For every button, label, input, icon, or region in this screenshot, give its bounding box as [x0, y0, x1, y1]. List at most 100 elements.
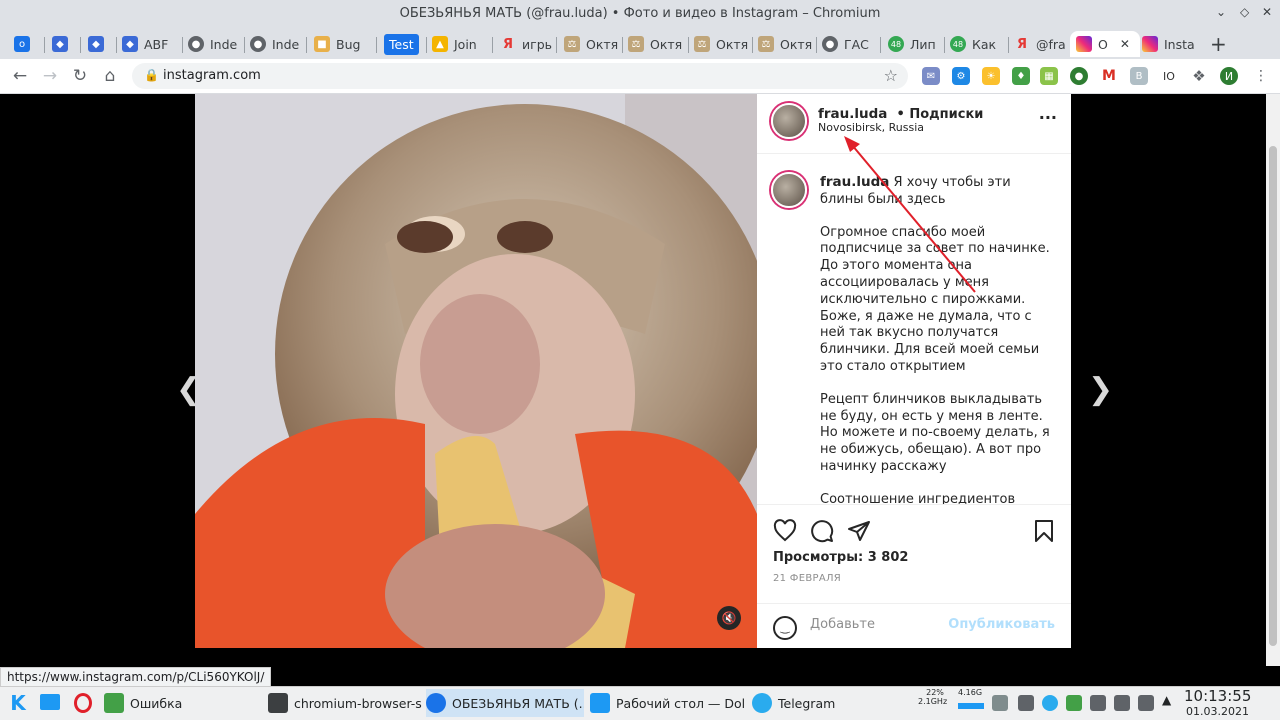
taskbar-item[interactable]: Рабочий стол — Dol...	[590, 689, 746, 717]
back-icon[interactable]: ←	[10, 66, 30, 86]
bookmark-star-icon[interactable]: ☆	[884, 66, 898, 85]
clipboard-icon[interactable]	[1090, 695, 1106, 711]
close-window-icon[interactable]: ✕	[1262, 5, 1272, 19]
extension-weather-icon[interactable]: ☀	[982, 67, 1000, 85]
extension-icon[interactable]: ▦	[1040, 67, 1058, 85]
tab[interactable]: ⚖ Октя	[694, 31, 750, 57]
comment-input[interactable]: Добавьте	[810, 617, 875, 632]
menu-dots-icon[interactable]: ⋮	[1252, 67, 1270, 85]
printer-icon[interactable]	[992, 695, 1008, 711]
omnibox-url[interactable]: instagram.com	[163, 68, 261, 83]
following-status[interactable]: • Подписки	[897, 107, 984, 122]
post-video[interactable]: 🔇	[195, 94, 757, 648]
badge-48-icon: 48	[888, 36, 904, 52]
home-icon[interactable]: ⌂	[100, 66, 120, 86]
extension-icon[interactable]: IO	[1160, 67, 1178, 85]
tab[interactable]: ▲ Join	[432, 31, 488, 57]
tab[interactable]: ◆	[88, 31, 114, 57]
post-date[interactable]: 21 ФЕВРАЛЯ	[773, 573, 841, 584]
mute-icon[interactable]: 🔇	[717, 606, 741, 630]
memory-monitor[interactable]: 4.16G	[958, 688, 984, 709]
tab[interactable]: 48 Как	[950, 31, 1004, 57]
tab-active-instagram[interactable]: О ✕	[1070, 31, 1140, 57]
tab[interactable]: ● Inde	[250, 31, 302, 57]
comment-box: ‿ Добавьте Опубликовать	[757, 603, 1071, 650]
maximize-icon[interactable]: ◇	[1240, 5, 1249, 19]
tab[interactable]: ⚖ Октя	[564, 31, 620, 57]
tab[interactable]: ◆	[52, 31, 78, 57]
publish-button[interactable]: Опубликовать	[948, 617, 1055, 632]
tab[interactable]: Insta	[1142, 31, 1200, 57]
update-check-icon[interactable]	[1066, 695, 1082, 711]
tab[interactable]: ⚖ Октя	[628, 31, 684, 57]
tab-label: Inde	[210, 36, 238, 52]
extensions-puzzle-icon[interactable]: ❖	[1190, 67, 1208, 85]
volume-icon[interactable]	[1114, 695, 1130, 711]
extension-icon[interactable]: ⚙	[952, 67, 970, 85]
scrollbar-thumb[interactable]	[1269, 146, 1277, 646]
extension-icon[interactable]: ●	[1070, 67, 1088, 85]
profile-avatar[interactable]: И	[1220, 67, 1238, 85]
tray-expand-icon[interactable]: ▲	[1162, 693, 1171, 707]
dropbox-icon[interactable]	[1018, 695, 1034, 711]
minimize-icon[interactable]: ⌄	[1216, 5, 1226, 19]
tab[interactable]: Я @fra	[1014, 31, 1070, 57]
tab-label: Октя	[716, 36, 749, 52]
view-count[interactable]: Просмотры: 3 802	[773, 550, 908, 565]
tab[interactable]: ● Inde	[188, 31, 240, 57]
tab-label: Лип	[910, 36, 936, 52]
tab-strip: o ◆ ◆ ◆ ABF ● Inde ● Inde ■ Bug Test ▲ Join Я…	[0, 28, 1280, 59]
caption-avatar[interactable]	[771, 172, 807, 208]
author-avatar[interactable]	[771, 103, 807, 139]
opera-icon[interactable]	[74, 693, 92, 713]
emoji-icon[interactable]: ‿	[773, 616, 797, 640]
tab-abf[interactable]: ◆ ABF	[122, 31, 180, 57]
tab-label: Test	[384, 33, 419, 55]
tab[interactable]: ● ГАС	[822, 31, 878, 57]
tab[interactable]: ■ Bug	[314, 31, 372, 57]
post-actions: Просмотры: 3 802 21 ФЕВРАЛЯ ‿ Добавьте О…	[757, 504, 1071, 655]
save-bookmark-icon[interactable]	[1033, 519, 1055, 543]
like-heart-icon[interactable]	[773, 519, 797, 543]
clock-date[interactable]: 01.03.2021	[1186, 705, 1249, 718]
tab[interactable]: o	[14, 31, 44, 57]
author-username[interactable]: frau.luda	[818, 106, 887, 122]
caption-paragraph: Соотношение ингредиентов напишу такое, к…	[820, 491, 1016, 504]
tab[interactable]: ⚖ Октя	[758, 31, 814, 57]
notes-icon[interactable]	[1138, 695, 1154, 711]
forward-icon[interactable]: →	[40, 66, 60, 86]
tab[interactable]: 48 Лип	[888, 31, 942, 57]
share-paper-plane-icon[interactable]	[847, 519, 871, 543]
kde-launcher-icon[interactable]: K	[6, 691, 30, 715]
taskbar-item[interactable]: Telegram	[752, 689, 908, 717]
file-manager-icon[interactable]	[40, 694, 60, 710]
taskbar-item[interactable]: Ошибка	[104, 689, 264, 717]
tab[interactable]: Яигры	[500, 31, 552, 57]
next-post-icon[interactable]: ❯	[1088, 372, 1113, 407]
comment-bubble-icon[interactable]	[810, 519, 834, 543]
omnibox[interactable]: 🔒 instagram.com ☆	[132, 63, 908, 89]
extension-vk-icon[interactable]: B	[1130, 67, 1148, 85]
reload-icon[interactable]: ↻	[70, 66, 90, 86]
extension-icon[interactable]: ♦	[1012, 67, 1030, 85]
lock-icon[interactable]: 🔒	[144, 68, 159, 82]
tab-test[interactable]: Test	[384, 31, 420, 57]
window-titlebar: ОБЕЗЬЯНЬЯ МАТЬ (@frau.luda) • Фото и вид…	[0, 0, 1280, 28]
telegram-tray-icon[interactable]	[1042, 695, 1058, 711]
dolphin-icon	[590, 693, 610, 713]
more-options-icon[interactable]: ···	[1039, 108, 1057, 127]
clock-time[interactable]: 10:13:55	[1184, 687, 1251, 705]
new-tab-button[interactable]: +	[1210, 31, 1230, 57]
extension-mail-icon[interactable]: ✉	[922, 67, 940, 85]
post-location[interactable]: Novosibirsk, Russia	[818, 121, 924, 134]
taskbar-item[interactable]: chromium-browser-s...	[268, 689, 422, 717]
scales-icon: ⚖	[694, 36, 710, 52]
cpu-monitor[interactable]: 22% 2.1GHz	[918, 688, 952, 706]
globe-icon: ●	[188, 36, 204, 52]
gmail-icon[interactable]: M	[1100, 67, 1118, 85]
taskbar-item-active[interactable]: ОБЕЗЬЯНЬЯ МАТЬ (...	[426, 689, 584, 717]
close-tab-icon[interactable]: ✕	[1120, 37, 1130, 51]
caption-username[interactable]: frau.luda	[820, 174, 889, 190]
page-scrollbar[interactable]	[1266, 94, 1280, 666]
terminal-icon	[268, 693, 288, 713]
